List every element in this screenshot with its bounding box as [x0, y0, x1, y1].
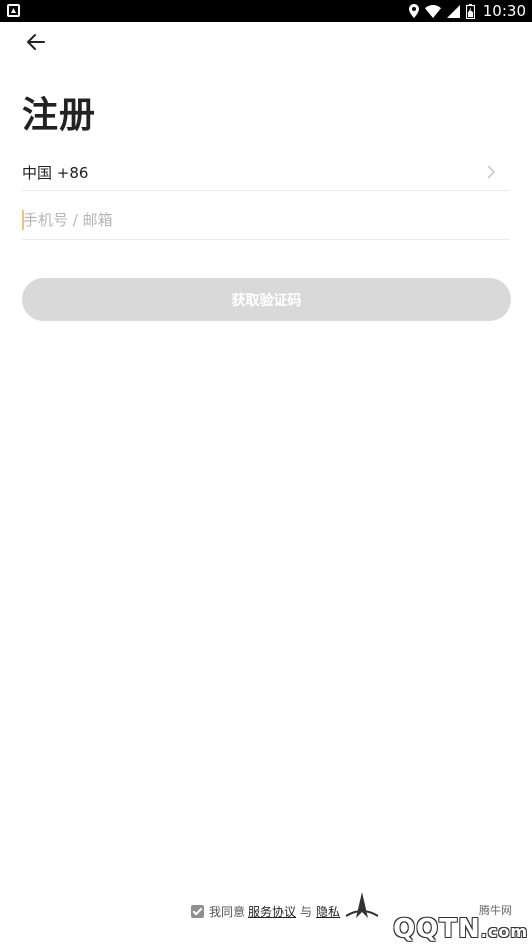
chevron-right-icon — [487, 165, 496, 179]
service-agreement-link[interactable]: 服务协议 — [248, 903, 296, 920]
agreement-joiner: 与 — [300, 904, 313, 919]
agreement-row: 我同意 服务协议 与 隐私 — [191, 902, 343, 920]
agreement-checkbox[interactable] — [191, 904, 204, 918]
battery-icon — [465, 3, 475, 19]
watermark-suffix: .com — [480, 922, 528, 941]
watermark-brand-text: QQTN — [393, 914, 481, 944]
agreement-prefix: 我同意 — [209, 904, 246, 919]
phone-email-input[interactable] — [22, 206, 510, 234]
get-verification-code-button[interactable]: 获取验证码 — [22, 278, 511, 321]
app-notification-icon — [7, 4, 20, 17]
country-code-selector[interactable]: 中国 +86 — [22, 152, 510, 191]
page-title: 注册 — [22, 95, 97, 136]
status-bar-right: 10:30 — [408, 0, 526, 22]
country-code-label: 中国 +86 — [22, 164, 89, 182]
status-time: 10:30 — [482, 2, 526, 20]
location-icon — [408, 4, 419, 18]
arrow-left-icon[interactable] — [24, 30, 48, 54]
watermark-brand: QQTN.com — [393, 914, 528, 944]
signal-icon — [446, 4, 460, 18]
phone-email-field — [22, 200, 510, 240]
wifi-icon — [424, 4, 441, 18]
watermark-logo-icon — [345, 892, 379, 918]
site-watermark: 腾牛网 QQTN.com — [332, 880, 532, 946]
status-bar: 10:30 — [0, 0, 532, 22]
